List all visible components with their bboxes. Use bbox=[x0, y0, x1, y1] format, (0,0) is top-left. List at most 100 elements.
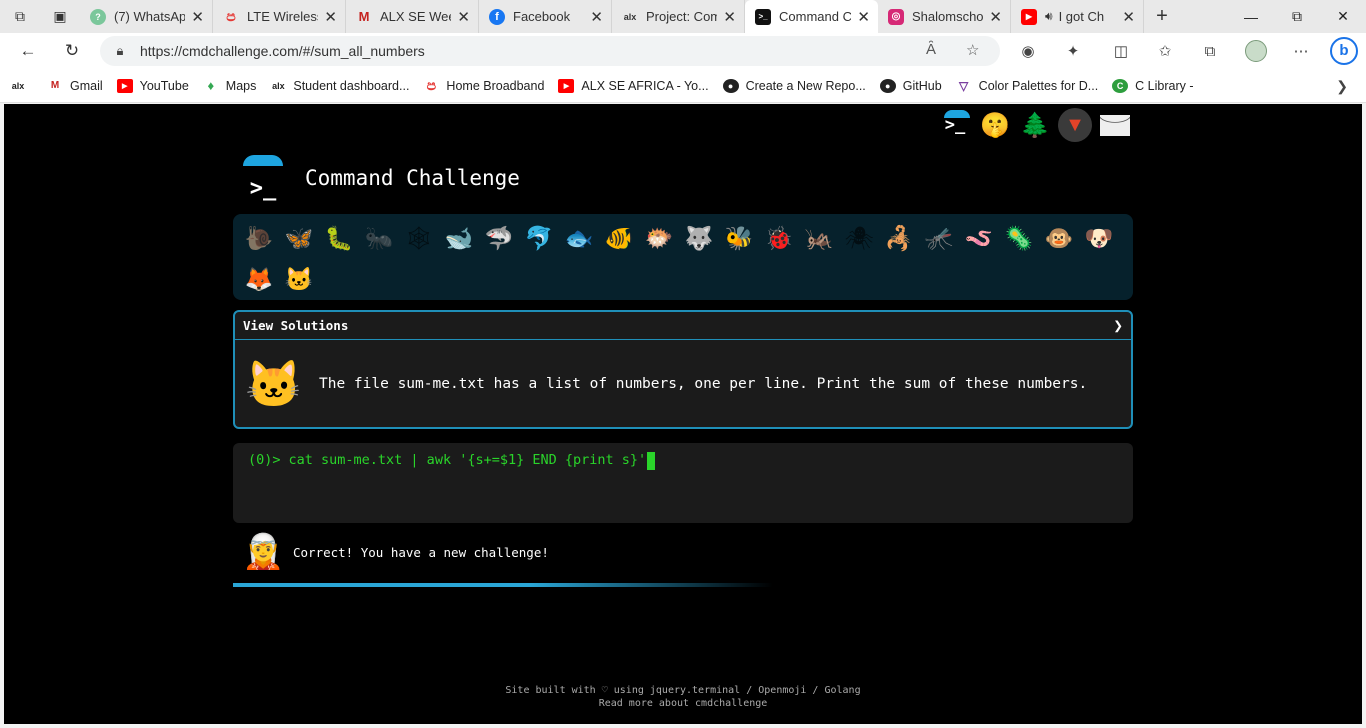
chevron-right-icon[interactable]: ❯ bbox=[1336, 78, 1348, 95]
tab-title: I got Ch bbox=[1058, 9, 1105, 24]
bookmark-alx-se-africa[interactable]: ▶ ALX SE AFRICA - Yo... bbox=[558, 78, 709, 93]
ant-icon[interactable]: 🐜 bbox=[359, 218, 399, 259]
dog-icon[interactable]: 🐶 bbox=[1079, 218, 1119, 259]
terminal-icon[interactable]: >_ bbox=[938, 108, 972, 142]
progress-bar bbox=[233, 583, 773, 587]
bookmark-maps[interactable]: ♦ Maps bbox=[203, 78, 257, 93]
close-icon[interactable]: ✕ bbox=[1122, 8, 1135, 26]
microbe-icon[interactable]: 🦠 bbox=[999, 218, 1039, 259]
tab-actions-icon[interactable]: ▣ bbox=[40, 0, 80, 33]
youtube-icon: ▶ bbox=[1021, 8, 1037, 25]
site-header: >_ Command Challenge bbox=[240, 154, 520, 202]
tab-youtube[interactable]: ▶ 🔊︎ I got Ch ✕ bbox=[1011, 0, 1144, 33]
chevron-right-icon[interactable]: ❯ bbox=[1113, 316, 1123, 335]
tab-command-challenge[interactable]: >_ Command Challenge ✕ bbox=[745, 0, 878, 33]
bookmark-create-repo[interactable]: ● Create a New Repo... bbox=[722, 78, 866, 93]
back-arrow-icon[interactable]: ← bbox=[8, 33, 48, 69]
speaker-icon[interactable]: 🔊︎ bbox=[1045, 9, 1053, 24]
close-icon[interactable]: ✕ bbox=[723, 8, 736, 26]
cricket-icon[interactable]: 🦗 bbox=[799, 218, 839, 259]
address-bar[interactable]: 🔒︎ https://cmdchallenge.com/#/sum_all_nu… bbox=[100, 36, 1000, 66]
youtube-icon: ▶ bbox=[558, 78, 575, 93]
footer-read-more-link[interactable]: Read more about cmdchallenge bbox=[4, 697, 1362, 710]
terminal-command[interactable]: cat sum-me.txt | awk '{s+=$1} END {print… bbox=[289, 452, 647, 468]
challenge-panel: View Solutions ❯ 🐱 The file sum-me.txt h… bbox=[233, 310, 1133, 429]
bookmark-alx[interactable]: alx bbox=[10, 79, 33, 93]
bing-copilot-icon[interactable]: b bbox=[1326, 33, 1362, 69]
view-solutions-toggle[interactable]: View Solutions ❯ bbox=[235, 312, 1131, 340]
tab-project[interactable]: alx Project: Com ✕ bbox=[612, 0, 745, 33]
mosquito-icon[interactable]: 🦟 bbox=[919, 218, 959, 259]
fox-icon[interactable]: 🦊 bbox=[239, 259, 279, 300]
fish-icon[interactable]: 🐟 bbox=[559, 218, 599, 259]
alx-icon: alx bbox=[623, 11, 637, 22]
minimize-icon[interactable]: — bbox=[1228, 0, 1274, 33]
close-icon[interactable]: ✕ bbox=[989, 8, 1002, 26]
shark-icon[interactable]: 🦈 bbox=[479, 218, 519, 259]
shushing-face-icon[interactable]: 🤫 bbox=[978, 108, 1012, 142]
tropical-fish-icon[interactable]: 🐠 bbox=[599, 218, 639, 259]
close-icon[interactable]: ✕ bbox=[457, 8, 470, 26]
close-icon[interactable]: ✕ bbox=[857, 8, 870, 26]
tab-title: Shalomschool bbox=[912, 9, 984, 24]
new-tab-button[interactable]: + bbox=[1144, 0, 1180, 33]
favorites-icon[interactable]: ✩ bbox=[1147, 33, 1183, 69]
worm-icon[interactable]: 🪱 bbox=[959, 218, 999, 259]
record-icon[interactable]: ◉ bbox=[1010, 33, 1046, 69]
bookmark-home-broadband[interactable]: ප Home Broadband bbox=[423, 77, 545, 93]
profile-avatar[interactable] bbox=[1238, 33, 1274, 69]
spider-web-icon[interactable]: 🕸 bbox=[399, 218, 439, 259]
whale-icon[interactable]: 🐋 bbox=[439, 218, 479, 259]
tree-icon[interactable]: 🌲 bbox=[1018, 108, 1052, 142]
bookmark-color-palettes[interactable]: ▽ Color Palettes for D... bbox=[956, 79, 1098, 93]
bookmark-youtube[interactable]: ▶ YouTube bbox=[116, 78, 189, 93]
tab-whatsapp[interactable]: ? (7) WhatsApp ✕ bbox=[80, 0, 213, 33]
dolphin-icon[interactable]: 🐬 bbox=[519, 218, 559, 259]
split-screen-icon[interactable]: ◫ bbox=[1103, 33, 1139, 69]
favorite-star-icon[interactable]: ☆ bbox=[966, 41, 979, 59]
airtel-icon: ප bbox=[426, 77, 437, 93]
restore-icon[interactable]: ⧉ bbox=[1274, 0, 1320, 33]
bookmark-label: ALX SE AFRICA - Yo... bbox=[581, 78, 709, 93]
close-icon[interactable]: ✕ bbox=[590, 8, 603, 26]
bookmark-student-dashboard[interactable]: alx Student dashboard... bbox=[270, 79, 409, 93]
tab-alx-se-week[interactable]: M ALX SE Week ✕ bbox=[346, 0, 479, 33]
tab-instagram[interactable]: ◎ Shalomschool ✕ bbox=[878, 0, 1011, 33]
bookmark-c-library[interactable]: C C Library - bbox=[1112, 78, 1194, 93]
caterpillar-icon[interactable]: 🐛 bbox=[319, 218, 359, 259]
workspaces-icon[interactable]: ⧉ bbox=[0, 0, 40, 33]
reload-icon[interactable]: ↻ bbox=[52, 33, 92, 69]
more-options-icon[interactable]: ⋯ bbox=[1283, 33, 1319, 69]
elf-icon: 🧝 bbox=[242, 533, 285, 571]
window-close-icon[interactable]: ✕ bbox=[1320, 0, 1366, 33]
envelope-icon[interactable] bbox=[1098, 108, 1132, 142]
result-banner: 🧝 Correct! You have a new challenge! bbox=[242, 532, 549, 572]
footer-credits[interactable]: Site built with ♡ using jquery.terminal … bbox=[4, 684, 1362, 697]
bookmark-label: Maps bbox=[225, 78, 257, 93]
pufferfish-icon[interactable]: 🐡 bbox=[639, 218, 679, 259]
wolf-icon[interactable]: 🐺 bbox=[679, 218, 719, 259]
tab-lte-wireless[interactable]: ප LTE Wireless ✕ bbox=[213, 0, 346, 33]
scorpion-icon[interactable]: 🦂 bbox=[879, 218, 919, 259]
gitlab-icon[interactable]: ▼ bbox=[1058, 108, 1092, 142]
terminal-input[interactable]: (0)> cat sum-me.txt | awk '{s+=$1} END {… bbox=[233, 443, 1133, 523]
collections-icon[interactable]: ⧉ bbox=[1192, 33, 1228, 69]
snail-icon[interactable]: 🐌 bbox=[239, 218, 279, 259]
tab-title: LTE Wireless bbox=[247, 9, 319, 24]
lock-icon[interactable]: 🔒︎ bbox=[100, 43, 140, 59]
monkey-icon[interactable]: 🐵 bbox=[1039, 218, 1079, 259]
tab-facebook[interactable]: f Facebook ✕ bbox=[479, 0, 612, 33]
extensions-icon[interactable]: ✦ bbox=[1055, 33, 1091, 69]
close-icon[interactable]: ✕ bbox=[324, 8, 337, 26]
spider-icon[interactable]: 🕷 bbox=[839, 218, 879, 259]
bookmark-github[interactable]: ● GitHub bbox=[879, 78, 942, 93]
close-icon[interactable]: ✕ bbox=[191, 8, 204, 26]
bee-icon[interactable]: 🐝 bbox=[719, 218, 759, 259]
ladybug-icon[interactable]: 🐞 bbox=[759, 218, 799, 259]
whatsapp-icon: ? bbox=[90, 8, 106, 25]
bookmark-gmail[interactable]: M Gmail bbox=[47, 79, 103, 93]
url-text[interactable]: https://cmdchallenge.com/#/sum_all_numbe… bbox=[140, 43, 425, 59]
butterfly-icon[interactable]: 🦋 bbox=[279, 218, 319, 259]
read-aloud-icon[interactable]: Ȃ bbox=[926, 41, 936, 58]
cat-icon[interactable]: 🐱 bbox=[279, 259, 319, 300]
